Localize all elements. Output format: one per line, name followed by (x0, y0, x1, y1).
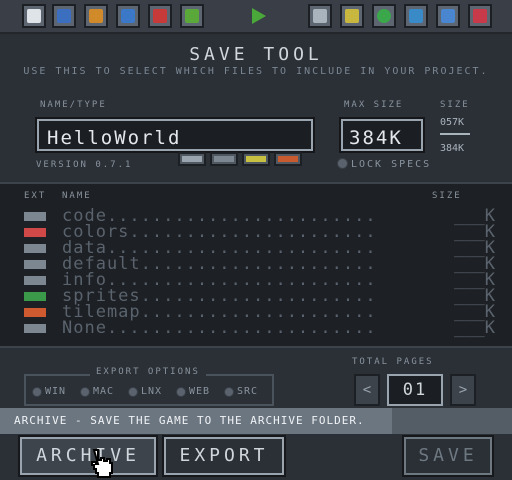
size-column-header: SIZE (432, 191, 462, 201)
swap-icon[interactable] (116, 4, 140, 28)
radio-icon (224, 386, 234, 397)
size-total-value: 384K (440, 143, 465, 154)
export-option-mac[interactable]: MAC (80, 386, 114, 397)
export-option-web[interactable]: WEB (176, 386, 210, 397)
radio-icon (32, 386, 42, 397)
cartridge-icon[interactable] (340, 4, 364, 28)
lock-specs-radio[interactable] (337, 158, 348, 169)
hand-cursor-icon (91, 449, 113, 478)
export-option-lnx[interactable]: LNX (128, 386, 162, 397)
radio-icon (80, 386, 90, 397)
page-title: SAVE TOOL (189, 44, 323, 65)
lock-specs-label: LOCK SPECS (351, 159, 432, 170)
music-icon[interactable] (468, 4, 492, 28)
key-icon[interactable] (274, 152, 302, 166)
export-options-title: EXPORT OPTIONS (90, 367, 206, 377)
folder-icon[interactable] (84, 4, 108, 28)
toolbar (0, 0, 512, 34)
tilemap-icon (24, 308, 46, 317)
cartridge-type-icon[interactable] (178, 152, 206, 166)
total-pages-label: TOTAL PAGES (352, 357, 434, 367)
previous-page-button[interactable]: < (354, 374, 380, 406)
size-divider (440, 133, 470, 135)
size-used-value: 057K (440, 117, 465, 128)
next-page-button[interactable]: > (450, 374, 476, 406)
page-number-field[interactable]: 01 (387, 374, 443, 406)
disk-icon[interactable] (52, 4, 76, 28)
export-button[interactable]: EXPORT (162, 435, 286, 477)
map-icon[interactable] (404, 4, 428, 28)
bug-icon[interactable] (180, 4, 204, 28)
max-size-field[interactable]: 384K (339, 117, 425, 153)
sound-icon[interactable] (436, 4, 460, 28)
font-icon (24, 260, 46, 269)
sprite-icon (24, 292, 46, 301)
file-row-size: ___K (454, 318, 495, 338)
export-option-win[interactable]: WIN (32, 386, 66, 397)
file-icon (24, 276, 46, 285)
file-icon (24, 324, 46, 333)
file-row-name[interactable]: None........................ (62, 318, 377, 338)
sprite-icon[interactable] (372, 4, 396, 28)
file-icon (24, 212, 46, 221)
code-icon[interactable] (308, 4, 332, 28)
name-column-header: NAME (62, 191, 92, 201)
wrench-icon[interactable] (210, 152, 238, 166)
radio-icon (128, 386, 138, 397)
export-option-src[interactable]: SRC (224, 386, 258, 397)
page-subtitle: USE THIS TO SELECT WHICH FILES TO INCLUD… (23, 66, 489, 77)
save-button[interactable]: SAVE (402, 435, 494, 477)
play-icon[interactable] (246, 4, 270, 28)
max-size-label: MAX SIZE (344, 100, 404, 110)
palette-icon (24, 228, 46, 237)
file-icon (24, 244, 46, 253)
name-type-label: NAME/TYPE (40, 100, 107, 110)
status-message: ARCHIVE - SAVE THE GAME TO THE ARCHIVE F… (14, 414, 365, 427)
ext-column-header: EXT (24, 191, 47, 201)
project-name-field[interactable]: HelloWorld (35, 117, 315, 153)
chip-icon[interactable] (242, 152, 270, 166)
radio-icon (176, 386, 186, 397)
document-icon[interactable] (22, 4, 46, 28)
version-label: VERSION 0.7.1 (36, 160, 133, 170)
toolbox-icon[interactable] (148, 4, 172, 28)
size-label: SIZE (440, 100, 470, 110)
